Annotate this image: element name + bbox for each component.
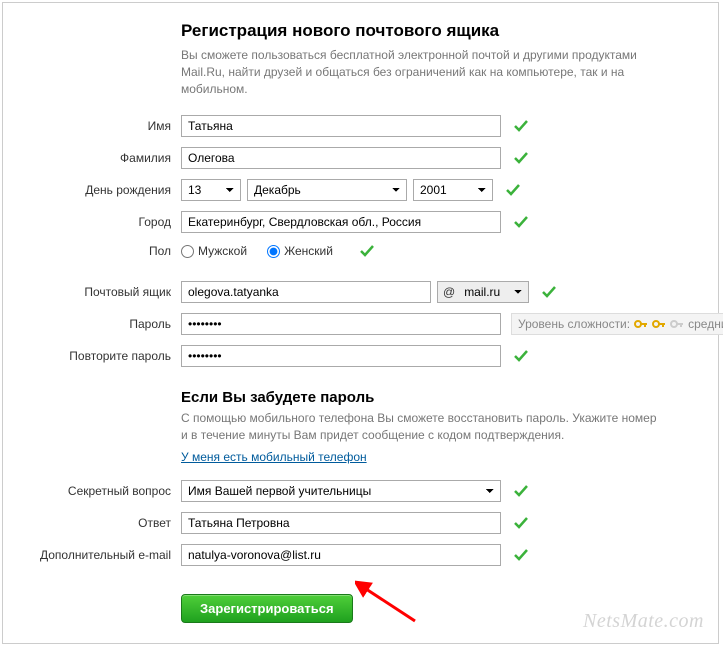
gender-female-option[interactable]: Женский <box>267 244 333 258</box>
check-icon <box>541 284 557 300</box>
forgot-section-text: С помощью мобильного телефона Вы сможете… <box>181 410 661 444</box>
secret-question-select[interactable]: Имя Вашей первой учительницы <box>181 480 501 502</box>
label-birthday: День рождения <box>13 183 181 197</box>
password-strength-indicator: Уровень сложности: средний <box>511 313 723 335</box>
have-phone-link[interactable]: У меня есть мобильный телефон <box>181 450 367 464</box>
label-extra-email: Дополнительный e-mail <box>13 548 181 562</box>
check-icon <box>513 547 529 563</box>
city-input[interactable] <box>181 211 501 233</box>
label-first-name: Имя <box>13 119 181 133</box>
password-repeat-input[interactable] <box>181 345 501 367</box>
pw-strength-label: Уровень сложности: <box>518 317 630 331</box>
check-icon <box>513 515 529 531</box>
check-icon <box>513 150 529 166</box>
key-icon <box>670 317 684 331</box>
birthday-day-select[interactable]: 13 <box>181 179 241 201</box>
watermark: NetsMate.com <box>583 610 704 633</box>
label-city: Город <box>13 215 181 229</box>
label-password-repeat: Повторите пароль <box>13 349 181 363</box>
register-button[interactable]: Зарегистрироваться <box>181 594 353 623</box>
birthday-month-select[interactable]: Декабрь <box>247 179 407 201</box>
gender-female-radio[interactable] <box>267 245 280 258</box>
gender-male-option[interactable]: Мужской <box>181 244 247 258</box>
label-answer: Ответ <box>13 516 181 530</box>
check-icon <box>513 348 529 364</box>
gender-male-label: Мужской <box>198 244 247 258</box>
check-icon <box>513 118 529 134</box>
answer-input[interactable] <box>181 512 501 534</box>
pw-strength-value: средний <box>688 317 723 331</box>
first-name-input[interactable] <box>181 115 501 137</box>
extra-email-input[interactable] <box>181 544 501 566</box>
key-icon <box>634 317 648 331</box>
forgot-section-title: Если Вы забудете пароль <box>181 389 661 406</box>
password-input[interactable] <box>181 313 501 335</box>
check-icon <box>505 182 521 198</box>
mailbox-domain-box: @ mail.ru <box>437 281 529 303</box>
label-gender: Пол <box>13 244 181 258</box>
check-icon <box>513 214 529 230</box>
birthday-year-select[interactable]: 2001 <box>413 179 493 201</box>
last-name-input[interactable] <box>181 147 501 169</box>
at-sign: @ <box>438 285 458 299</box>
label-secret-question: Секретный вопрос <box>13 484 181 498</box>
label-mailbox: Почтовый ящик <box>13 285 181 299</box>
label-last-name: Фамилия <box>13 151 181 165</box>
page-intro: Вы сможете пользоваться бесплатной элект… <box>181 47 661 97</box>
mailbox-domain-select[interactable]: mail.ru <box>458 282 528 302</box>
gender-female-label: Женский <box>284 244 333 258</box>
page-title: Регистрация нового почтового ящика <box>181 21 661 41</box>
check-icon <box>359 243 375 259</box>
label-password: Пароль <box>13 317 181 331</box>
mailbox-input[interactable] <box>181 281 431 303</box>
key-icon <box>652 317 666 331</box>
check-icon <box>513 483 529 499</box>
gender-male-radio[interactable] <box>181 245 194 258</box>
